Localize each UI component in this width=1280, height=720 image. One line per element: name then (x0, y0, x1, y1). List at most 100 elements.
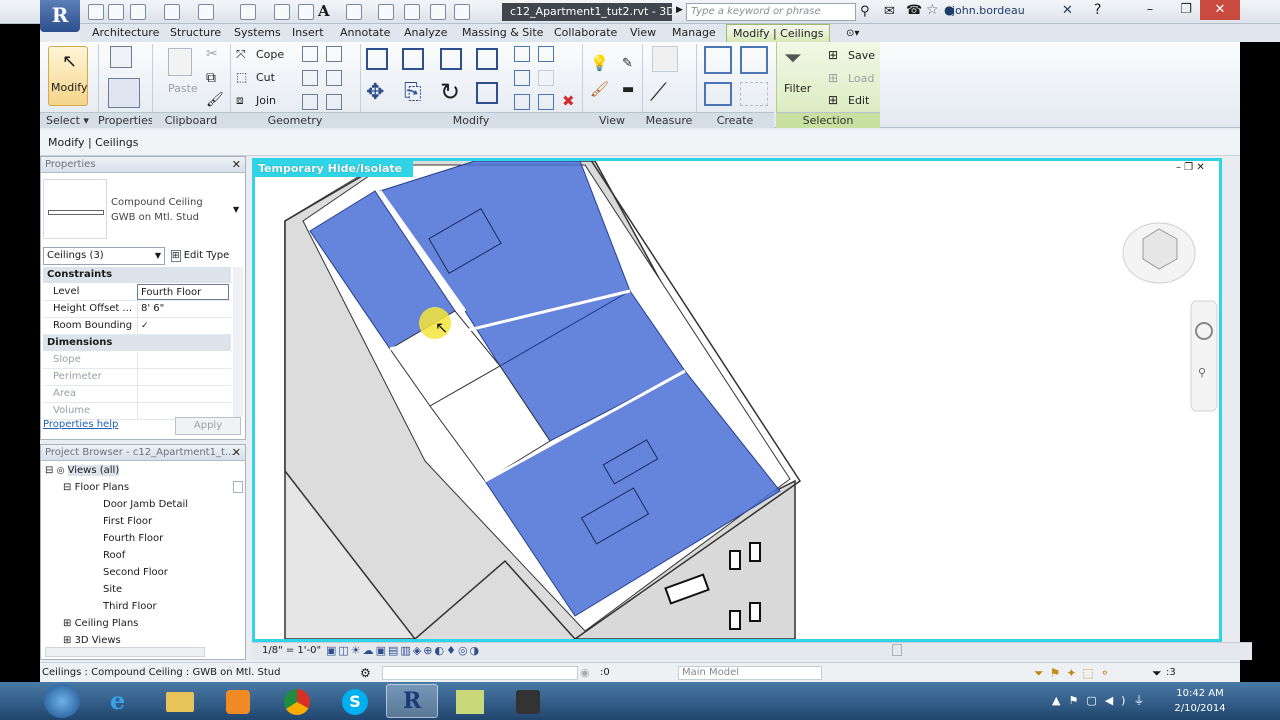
edit-type-button[interactable]: ⊞ Edit Type (171, 247, 241, 265)
design-option-dropdown[interactable]: Main Model (678, 666, 822, 680)
tab-manage[interactable]: Manage (672, 24, 716, 42)
hammer-icon[interactable] (326, 94, 342, 110)
subscription-icon[interactable]: ✉ (884, 4, 895, 19)
tab-analyze[interactable]: Analyze (404, 24, 447, 42)
join-icon[interactable]: ⧈ (236, 93, 244, 108)
paint-icon[interactable] (326, 46, 342, 62)
views-node[interactable]: ⊟ ◎ Views (all) (45, 465, 120, 476)
view-control-icons[interactable]: ▣◫☀☁▣▤▥◈⊕◐♦◎◑ (326, 644, 481, 657)
chrome-icon[interactable] (270, 684, 322, 718)
room-bounding-row[interactable]: Room Bounding ✓ (43, 318, 231, 335)
tab-insert[interactable]: Insert (292, 24, 324, 42)
save-selection-icon[interactable]: ⊞ (828, 48, 838, 62)
delete-icon[interactable]: ✖ (562, 92, 575, 110)
edit-selection-label[interactable]: Edit (848, 94, 869, 107)
filter-icon[interactable]: ⏷ (784, 46, 802, 71)
edit-selection-icon[interactable]: ⊞ (828, 93, 838, 107)
view-scroll-thumb[interactable] (892, 644, 902, 656)
3d-views-node[interactable]: ⊞ 3D Views (63, 635, 121, 646)
move-icon[interactable]: ✥ (366, 80, 384, 105)
camera-recorder-icon[interactable] (502, 684, 554, 718)
application-menu-button[interactable]: R (40, 0, 80, 32)
favorites-icon[interactable]: ☆ (926, 2, 939, 18)
copy-element-icon[interactable]: ⎘ (404, 80, 422, 105)
building-3d-model[interactable]: ↖ ⚲ (255, 161, 1219, 639)
selection-options-icons[interactable]: ⏷⚑✦⬚⚬ (1034, 663, 1116, 683)
unpin-icon[interactable] (538, 94, 554, 110)
list-item[interactable]: Roof (103, 550, 125, 561)
ceiling-plans-node[interactable]: ⊞ Ceiling Plans (63, 618, 138, 629)
override-graphics-icon[interactable]: ✎ (622, 56, 633, 71)
redo-icon[interactable] (198, 4, 214, 20)
cut-label[interactable]: Cut (256, 71, 275, 84)
create-group-icon[interactable] (704, 82, 732, 106)
section-icon[interactable] (378, 4, 394, 20)
minimize-button[interactable]: – (1130, 0, 1170, 20)
constraints-group[interactable]: Constraints (43, 267, 231, 283)
media-player-icon[interactable] (212, 684, 264, 718)
list-item[interactable]: Site (103, 584, 122, 595)
measure-qat-icon[interactable] (240, 4, 256, 20)
height-offset-value[interactable]: 8' 6" (137, 301, 229, 317)
exchange-icon[interactable]: ✕ (1062, 3, 1073, 18)
mirror-draw-icon[interactable] (476, 48, 498, 70)
explorer-icon[interactable] (154, 684, 206, 718)
save-selection-label[interactable]: Save (848, 49, 875, 62)
system-tray-icons[interactable]: ▲⚑▢◀)⏚ (1052, 692, 1152, 708)
save-icon[interactable] (108, 4, 124, 20)
undo-icon[interactable] (164, 4, 180, 20)
match-properties-icon[interactable]: 🖌 (206, 92, 224, 108)
clock[interactable]: 10:42 AM 2/10/2014 (1160, 686, 1240, 716)
apply-button[interactable]: Apply (175, 417, 241, 435)
demolish-icon[interactable] (302, 94, 318, 110)
copy-icon[interactable]: ⧉ (206, 70, 216, 86)
dimensions-group[interactable]: Dimensions (43, 335, 231, 351)
view-range-icon[interactable]: ▬ (622, 82, 634, 97)
tab-modify-ceilings[interactable]: Modify | Ceilings (726, 24, 831, 42)
ie-icon[interactable]: e (96, 684, 148, 718)
list-item[interactable]: First Floor (103, 516, 152, 527)
cope-label[interactable]: Cope (256, 48, 284, 61)
rotate-icon[interactable]: ↻ (440, 78, 460, 106)
ribbon-toggle-icon[interactable]: ⊙▾ (846, 28, 859, 39)
filter-status-icon[interactable]: ⏷ (1152, 663, 1162, 683)
view-window-controls[interactable]: – ❐ ✕ (1176, 162, 1205, 173)
browser-hscrollbar[interactable] (45, 647, 205, 657)
binoculars-icon[interactable]: ⚲ (860, 4, 870, 19)
create-similar-icon[interactable] (740, 82, 768, 106)
array-icon[interactable] (514, 70, 530, 86)
join-label[interactable]: Join (256, 94, 276, 107)
properties-help-link[interactable]: Properties help (43, 419, 118, 430)
search-input[interactable]: Type a keyword or phrase (686, 3, 856, 21)
list-item[interactable]: Door Jamb Detail (103, 499, 188, 510)
type-selector-chevron-icon[interactable]: ▼ (233, 205, 239, 214)
worksets-icon[interactable]: ⚙ (360, 663, 371, 683)
skype-icon[interactable]: S (328, 684, 380, 718)
close-icon[interactable]: ✕ (232, 445, 241, 461)
pencil-icon[interactable] (274, 4, 290, 20)
aligned-dimension-icon[interactable]: ⟋ (650, 78, 667, 106)
create-parts-icon[interactable] (740, 46, 768, 74)
3d-view-icon[interactable] (346, 4, 362, 20)
help-icon[interactable]: ? (1094, 2, 1101, 18)
height-offset-row[interactable]: Height Offset ... 8' 6" (43, 301, 231, 318)
split-face-icon[interactable] (302, 46, 318, 62)
type-properties-icon[interactable] (110, 46, 132, 68)
switch-windows-icon[interactable] (430, 4, 446, 20)
user-name[interactable]: john.bordeau (952, 4, 1025, 17)
tab-systems[interactable]: Systems (234, 24, 281, 42)
create-assembly-icon[interactable] (704, 46, 732, 74)
level-value[interactable]: Fourth Floor (137, 284, 229, 300)
browser-scroll-thumb[interactable] (233, 481, 243, 493)
hide-in-view-icon[interactable]: 💡 (590, 54, 609, 72)
tab-structure[interactable]: Structure (170, 24, 221, 42)
tab-architecture[interactable]: Architecture (92, 24, 159, 42)
text-icon[interactable]: A (318, 2, 330, 20)
room-bounding-checkbox[interactable]: ✓ (137, 318, 229, 334)
split-icon[interactable] (514, 46, 530, 62)
tab-massing-site[interactable]: Massing & Site (462, 24, 543, 42)
list-item[interactable]: Second Floor (103, 567, 168, 578)
view-scale[interactable]: 1/8" = 1'-0" (262, 645, 321, 656)
tab-view[interactable]: View (630, 24, 656, 42)
list-item[interactable]: Fourth Floor (103, 533, 163, 544)
